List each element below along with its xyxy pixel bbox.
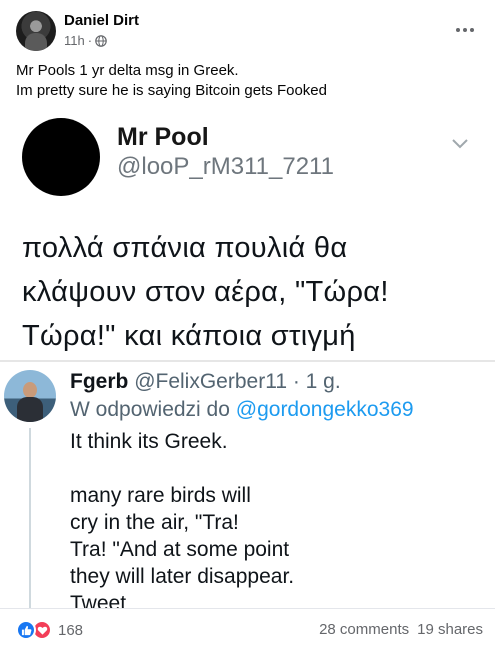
engagement-stats: 28 comments 19 shares bbox=[319, 621, 483, 638]
tweet-original: Mr Pool @looP_rM311_7211 πολλά σπάνια πο… bbox=[0, 108, 495, 363]
tweet-author-name: Mr Pool bbox=[117, 123, 209, 151]
shares-count[interactable]: 19 shares bbox=[417, 621, 483, 638]
post-header: Daniel Dirt 11h · bbox=[0, 0, 495, 60]
post-meta: 11h · bbox=[64, 33, 107, 48]
reply-handle-time: @FelixGerber11 · 1 g. bbox=[134, 370, 341, 393]
dot-icon bbox=[470, 28, 474, 32]
reply-author-name: Fgerb bbox=[70, 370, 129, 393]
post-text-line: Im pretty sure he is saying Bitcoin gets… bbox=[16, 82, 327, 99]
reply-body: It think its Greek. many rare birds will… bbox=[70, 430, 295, 608]
reactions-summary[interactable]: 168 bbox=[16, 620, 83, 640]
tweet-author-handle: @looP_rM311_7211 bbox=[117, 153, 334, 180]
reply-prefix: W odpowiedzi do bbox=[70, 398, 230, 421]
reply-avatar bbox=[4, 370, 56, 422]
tweet-body: πολλά σπάνια πουλιά θα κλάψουν στον αέρα… bbox=[22, 226, 482, 358]
tweet-body-line: Τώρα!" και κάποια στιγμή bbox=[22, 320, 356, 352]
post-footer: 168 28 comments 19 shares bbox=[0, 608, 495, 646]
reply-to-line: W odpowiedzi do @gordongekko369 bbox=[70, 398, 414, 422]
dot-icon bbox=[456, 28, 460, 32]
meta-separator: · bbox=[87, 33, 93, 48]
comments-count[interactable]: 28 comments bbox=[319, 621, 409, 638]
tweet-body-line: κλάψουν στον αέρα, "Τώρα! bbox=[22, 276, 389, 308]
like-icon bbox=[16, 620, 36, 640]
post-text-line: Mr Pools 1 yr delta msg in Greek. bbox=[16, 62, 239, 79]
globe-icon[interactable] bbox=[95, 34, 107, 47]
thread-line bbox=[29, 428, 31, 608]
reply-mention: @gordongekko369 bbox=[235, 398, 414, 421]
tweet-avatar bbox=[22, 118, 100, 196]
tweet-body-line: πολλά σπάνια πουλιά θα bbox=[22, 232, 348, 264]
reply-header: Fgerb @FelixGerber11 · 1 g. bbox=[70, 370, 341, 394]
dot-icon bbox=[463, 28, 467, 32]
post-text: Mr Pools 1 yr delta msg in Greek. Im pre… bbox=[16, 61, 481, 101]
more-options-button[interactable] bbox=[453, 18, 477, 42]
post-image[interactable]: Mr Pool @looP_rM311_7211 πολλά σπάνια πο… bbox=[0, 108, 495, 608]
post-author[interactable]: Daniel Dirt bbox=[64, 12, 139, 29]
chevron-down-icon bbox=[452, 139, 468, 149]
reaction-count[interactable]: 168 bbox=[58, 622, 83, 639]
post-time[interactable]: 11h bbox=[64, 33, 85, 48]
avatar[interactable] bbox=[16, 11, 56, 51]
tweet-reply: Fgerb @FelixGerber11 · 1 g. W odpowiedzi… bbox=[0, 362, 495, 608]
